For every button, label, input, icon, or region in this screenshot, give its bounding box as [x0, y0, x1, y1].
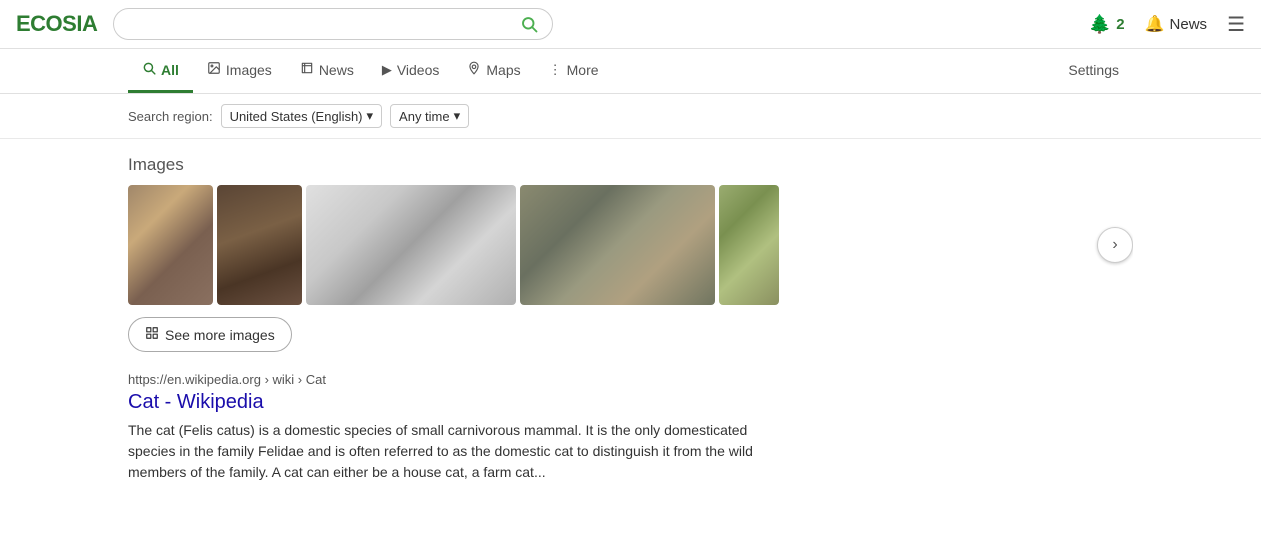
tab-news-label: News	[319, 62, 354, 78]
menu-button[interactable]: ☰	[1227, 12, 1245, 37]
tab-videos[interactable]: ▶ Videos	[368, 50, 454, 93]
chevron-down-icon-time: ▾	[454, 108, 461, 124]
cat-image-3[interactable]	[306, 185, 516, 305]
tree-icon: 🌲	[1089, 14, 1111, 35]
news-label: News	[1170, 16, 1208, 33]
tab-videos-label: Videos	[397, 62, 440, 78]
more-icon: ⋮	[549, 62, 562, 78]
all-icon	[142, 61, 156, 78]
region-select[interactable]: United States (English) ▾	[221, 104, 382, 128]
search-icon	[520, 15, 538, 33]
result-url: https://en.wikipedia.org › wiki › Cat	[128, 372, 1133, 387]
search-bar: cats	[113, 8, 553, 40]
maps-icon	[467, 61, 481, 78]
time-select[interactable]: Any time ▾	[390, 104, 469, 128]
filters-row: Search region: United States (English) ▾…	[0, 94, 1261, 139]
next-images-button[interactable]: ›	[1097, 227, 1133, 263]
news-icon	[300, 61, 314, 78]
next-button-container: ›	[783, 185, 823, 305]
header-right: 🌲 2 🔔 News ☰	[1089, 12, 1245, 37]
cat-image-2[interactable]	[217, 185, 302, 305]
tree-counter[interactable]: 🌲 2	[1089, 14, 1125, 35]
videos-icon: ▶	[382, 62, 392, 78]
cat-image-1[interactable]	[128, 185, 213, 305]
time-value: Any time	[399, 109, 450, 124]
logo-text: ECOSIA	[16, 11, 97, 36]
region-value: United States (English)	[230, 109, 363, 124]
tab-images-label: Images	[226, 62, 272, 78]
tree-count: 2	[1116, 16, 1124, 33]
region-label: Search region:	[128, 109, 213, 124]
news-notification[interactable]: 🔔 News	[1145, 14, 1207, 34]
tab-images[interactable]: Images	[193, 49, 286, 93]
chevron-down-icon: ▾	[367, 108, 374, 124]
main-content: Images › See more images ht	[0, 139, 1261, 499]
tab-maps-label: Maps	[486, 62, 520, 78]
result-snippet: The cat (Felis catus) is a domestic spec…	[128, 420, 768, 483]
search-input[interactable]: cats	[128, 16, 512, 33]
images-strip: ›	[128, 185, 1133, 305]
images-icon	[207, 61, 221, 78]
header: ECOSIA cats 🌲 2 🔔 News ☰	[0, 0, 1261, 49]
tab-maps[interactable]: Maps	[453, 49, 534, 93]
cat-image-4[interactable]	[520, 185, 715, 305]
image-grid-icon	[145, 326, 159, 343]
settings-tab[interactable]: Settings	[1054, 50, 1133, 93]
cat-image-5[interactable]	[719, 185, 779, 305]
images-heading: Images	[128, 155, 1133, 175]
tab-all-label: All	[161, 62, 179, 78]
tab-more-label: More	[567, 62, 599, 78]
nav-tabs: All Images News ▶ Videos Maps	[0, 49, 1261, 94]
images-section: Images › See more images	[128, 155, 1133, 352]
see-more-label: See more images	[165, 327, 275, 343]
bell-icon: 🔔	[1145, 14, 1165, 34]
search-button[interactable]	[520, 15, 538, 33]
tab-news[interactable]: News	[286, 49, 368, 93]
tab-more[interactable]: ⋮ More	[535, 50, 613, 93]
see-more-images-button[interactable]: See more images	[128, 317, 292, 352]
result-title[interactable]: Cat - Wikipedia	[128, 391, 1133, 414]
settings-label: Settings	[1068, 62, 1119, 78]
logo[interactable]: ECOSIA	[16, 11, 97, 37]
tab-all[interactable]: All	[128, 49, 193, 93]
search-result: https://en.wikipedia.org › wiki › Cat Ca…	[128, 372, 1133, 483]
